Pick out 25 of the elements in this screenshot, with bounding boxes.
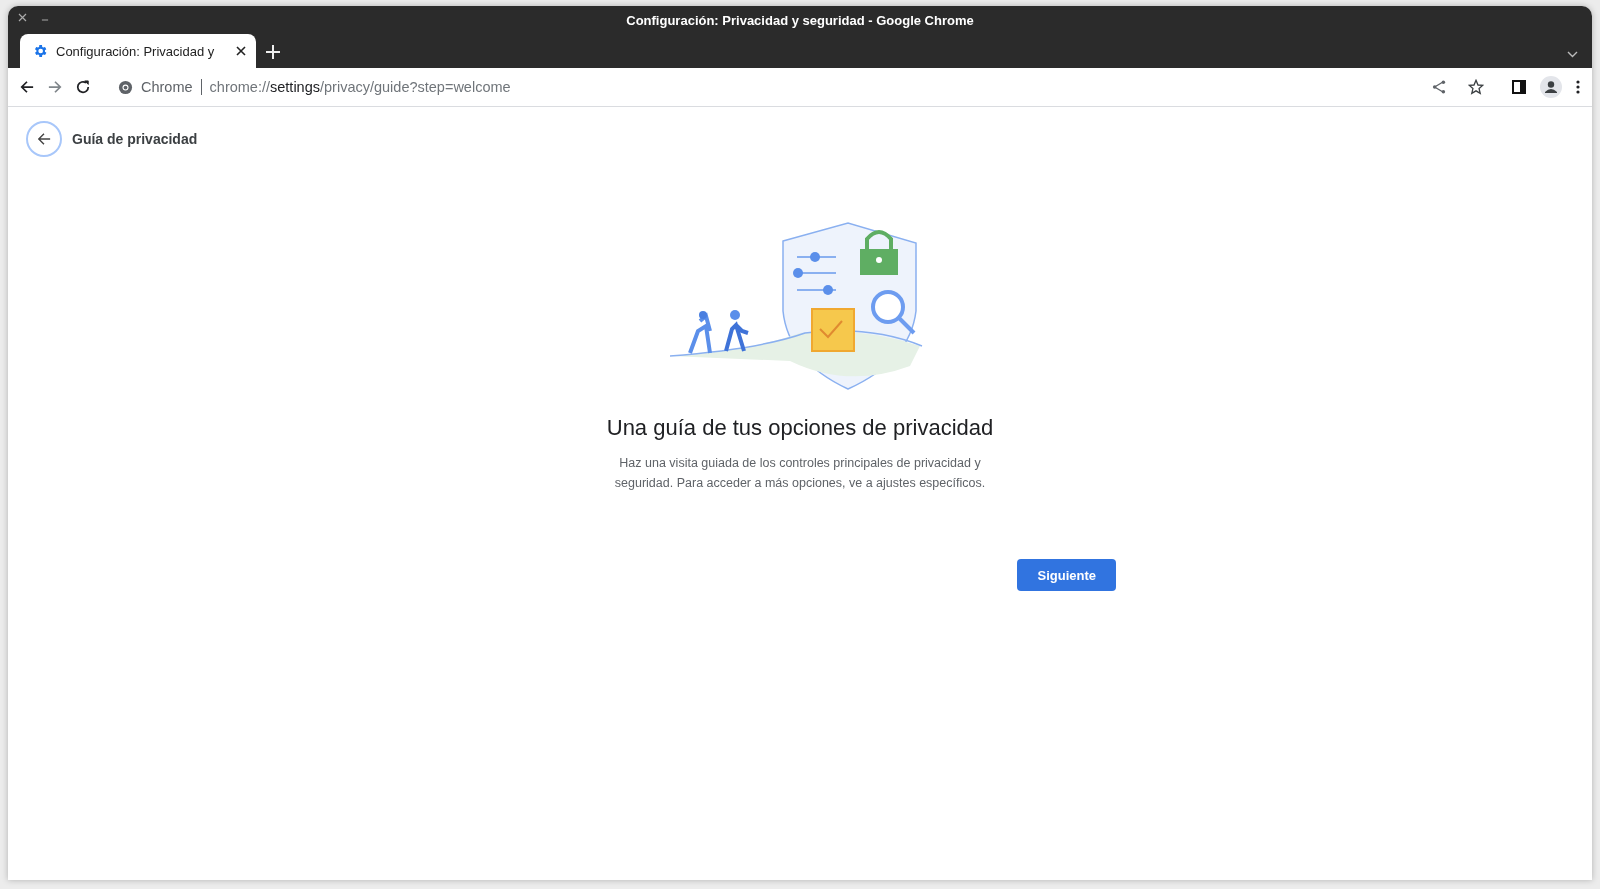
minimize-icon[interactable]: [41, 18, 49, 21]
share-icon[interactable]: [1432, 80, 1446, 94]
gear-icon: [32, 43, 48, 59]
next-button[interactable]: Siguiente: [1017, 559, 1116, 591]
side-panel-icon[interactable]: [1512, 80, 1526, 94]
new-tab-icon[interactable]: [266, 45, 280, 59]
chevron-down-icon[interactable]: [1567, 51, 1578, 58]
menu-icon[interactable]: [1576, 80, 1580, 94]
heading: Una guía de tus opciones de privacidad: [606, 415, 994, 441]
description: Haz una visita guiada de los controles principales de privacidad y seguridad. Para acceder a más opciones, ve a ajustes específicos.: [613, 455, 987, 492]
back-arrow-icon: [37, 132, 51, 146]
forward-arrow-icon[interactable]: [48, 80, 62, 94]
close-tab-icon[interactable]: [236, 46, 246, 56]
back-arrow-icon[interactable]: [20, 80, 34, 94]
reload-icon[interactable]: [76, 80, 90, 94]
page-title: Guía de privacidad: [72, 131, 198, 147]
profile-avatar[interactable]: [1540, 76, 1562, 98]
site-label: Chrome: [141, 79, 193, 95]
star-icon[interactable]: [1468, 79, 1484, 95]
url-text[interactable]: chrome://settings/privacy/guide?step=welcome: [209, 79, 511, 95]
back-button[interactable]: [26, 121, 62, 157]
browser-tab[interactable]: Configuración: Privacidad y: [20, 34, 256, 68]
close-button[interactable]: [18, 13, 27, 22]
chrome-icon: [118, 79, 133, 95]
window-title: Configuración: Privacidad y seguridad - Google Chrome: [626, 12, 974, 28]
